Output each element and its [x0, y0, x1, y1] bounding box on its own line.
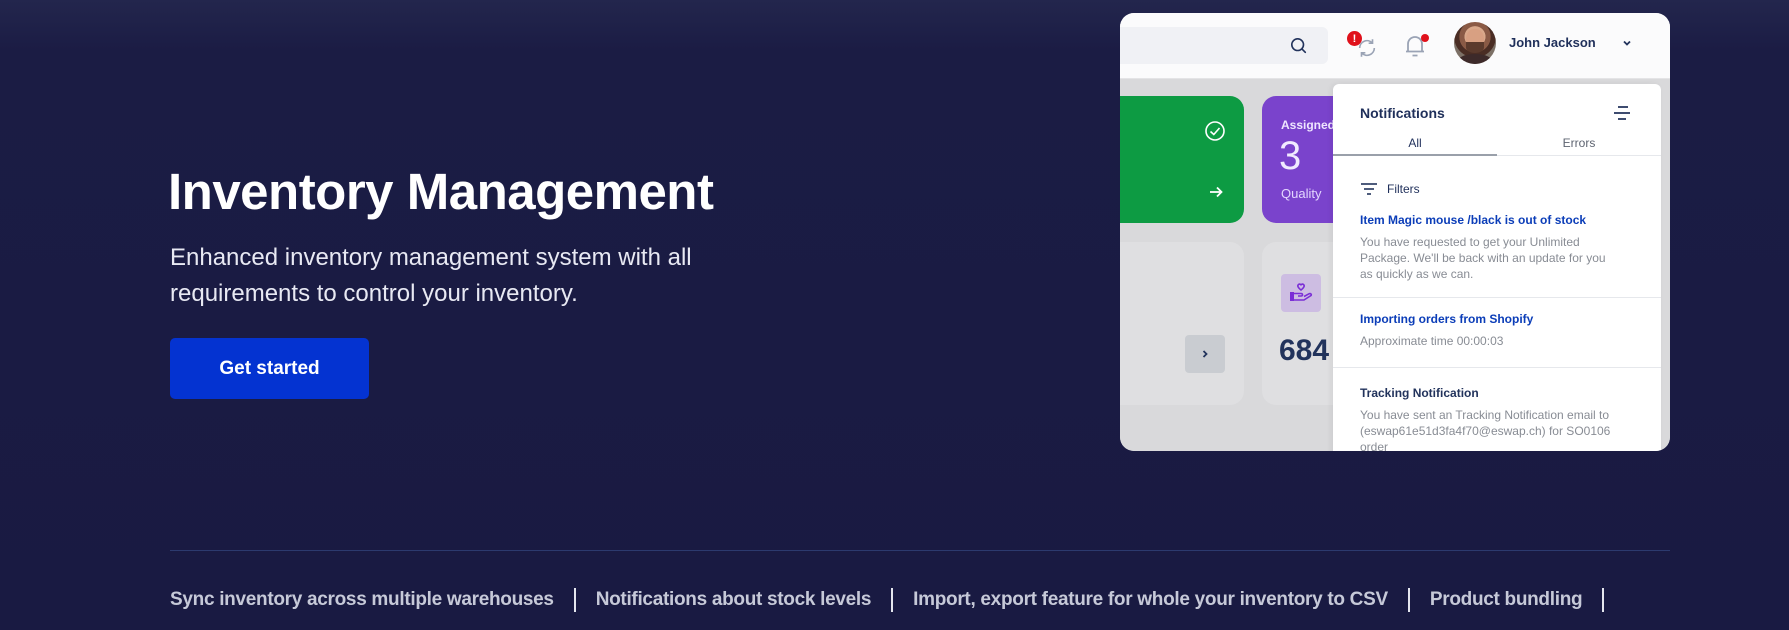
feature-item: Notifications about stock levels [595, 589, 872, 610]
tab-all[interactable]: All [1333, 136, 1497, 156]
tab-errors[interactable]: Errors [1497, 136, 1661, 156]
notification-title[interactable]: Tracking Notification [1360, 386, 1479, 400]
notification-item[interactable]: Item Magic mouse /black is out of stock … [1333, 199, 1661, 299]
assigned-label: Assigned [1281, 118, 1336, 132]
notification-title[interactable]: Importing orders from Shopify [1360, 312, 1533, 326]
filter-icon [1361, 183, 1377, 195]
search-input[interactable] [1120, 27, 1328, 64]
stat-card-left [1120, 242, 1244, 405]
assigned-sublabel: Quality [1281, 186, 1322, 201]
sync-button[interactable]: ! [1347, 31, 1383, 61]
filters-label: Filters [1387, 182, 1420, 196]
stat-value: 684 [1279, 334, 1330, 367]
notification-title[interactable]: Item Magic mouse /black is out of stock [1360, 213, 1586, 227]
notification-dot [1421, 34, 1429, 42]
error-badge: ! [1347, 31, 1362, 46]
avatar[interactable] [1454, 22, 1496, 64]
arrow-right-icon[interactable] [1208, 184, 1224, 200]
hero-subtitle: Enhanced inventory management system wit… [170, 244, 692, 307]
feature-item: Sync inventory across multiple warehouse… [170, 589, 554, 610]
user-name[interactable]: John Jackson [1509, 35, 1596, 50]
feature-item: Product bundling [1429, 589, 1583, 610]
get-started-button[interactable]: Get started [170, 338, 369, 399]
app-preview-mockup: ! John Jackson Assigned 3 Quality 684 No… [1120, 13, 1670, 451]
notifications-title: Notifications [1360, 105, 1445, 121]
check-circle-icon [1205, 121, 1225, 141]
menu-icon[interactable] [1612, 104, 1632, 122]
feature-list: Sync inventory across multiple warehouse… [170, 588, 1624, 612]
chevron-down-icon[interactable] [1622, 38, 1632, 48]
search-icon[interactable] [1290, 37, 1308, 55]
notification-body: You have sent an Tracking Notification e… [1360, 408, 1611, 451]
notifications-panel: Notifications All Errors Filters Item Ma… [1333, 84, 1661, 451]
notification-body: Approximate time 00:00:03 [1360, 334, 1504, 348]
notifications-button[interactable] [1403, 33, 1429, 61]
notification-item[interactable]: Tracking Notification You have sent an T… [1333, 367, 1661, 451]
app-topbar: ! John Jackson [1120, 13, 1670, 79]
feature-separator [1602, 588, 1605, 612]
section-divider [170, 550, 1670, 551]
next-button[interactable] [1185, 335, 1225, 373]
feature-item: Import, export feature for whole your in… [913, 589, 1388, 610]
notification-body: You have requested to get your Unlimited… [1360, 235, 1606, 281]
notification-item[interactable]: Importing orders from Shopify Approximat… [1333, 297, 1661, 367]
feature-separator [891, 588, 894, 612]
filters-button[interactable]: Filters [1360, 182, 1420, 196]
gift-hand-icon [1281, 274, 1321, 312]
feature-separator [573, 588, 576, 612]
status-card-green[interactable] [1120, 96, 1244, 223]
assigned-value: 3 [1279, 134, 1302, 178]
feature-separator [1407, 588, 1410, 612]
hero-title: Inventory Management [168, 163, 714, 220]
chevron-right-icon [1202, 350, 1208, 358]
